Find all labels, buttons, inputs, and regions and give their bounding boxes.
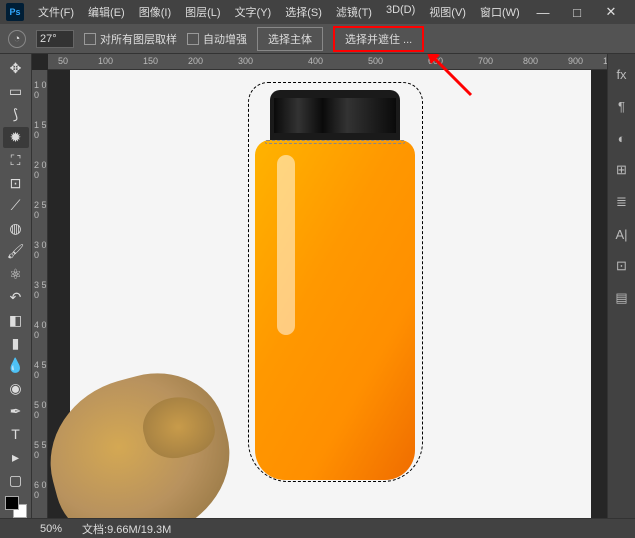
character-icon[interactable]: A| bbox=[612, 224, 632, 244]
move-tool[interactable]: ✥ bbox=[3, 58, 29, 80]
ruler-mark: 3 0 0 bbox=[34, 240, 47, 260]
menu-edit[interactable]: 编辑(E) bbox=[82, 1, 131, 23]
frame-tool[interactable]: ⊡ bbox=[3, 172, 29, 194]
checkbox-icon[interactable] bbox=[187, 33, 199, 45]
quick-selection-tool[interactable]: ✹ bbox=[3, 127, 29, 149]
menu-type[interactable]: 文字(Y) bbox=[229, 1, 278, 23]
swatches-icon[interactable]: ⊞ bbox=[612, 160, 632, 180]
path-selection-tool[interactable]: ▸ bbox=[3, 446, 29, 468]
gradient-tool[interactable]: ▮ bbox=[3, 332, 29, 354]
image-bottle-cap bbox=[270, 90, 400, 145]
right-panel: fx ¶ ◐ ⊞ ≣ A| ⊡ ▤ bbox=[607, 54, 635, 518]
close-button[interactable]: ✕ bbox=[599, 4, 623, 20]
minimize-button[interactable]: — bbox=[531, 4, 555, 20]
zoom-level[interactable]: 50% bbox=[40, 523, 62, 535]
ruler-mark: 600 bbox=[428, 56, 443, 66]
ruler-mark: 500 bbox=[368, 56, 383, 66]
sample-all-layers-option[interactable]: 对所有图层取样 bbox=[84, 31, 177, 47]
auto-enhance-label: 自动增强 bbox=[203, 31, 247, 47]
ruler-mark: 2 5 0 bbox=[34, 200, 47, 220]
crop-tool[interactable]: ⛶ bbox=[3, 149, 29, 171]
rectangle-tool[interactable]: ▢ bbox=[3, 469, 29, 491]
canvas-area: 50 100 150 200 300 400 500 600 700 800 9… bbox=[32, 54, 607, 518]
toolbar: ✥ ▭ ⟆ ✹ ⛶ ⊡ ⟋ ◍ 🖌 ⚛ ↶ ◧ ▮ 💧 ◉ ✒ T ▸ ▢ bbox=[0, 54, 32, 518]
ruler-mark: 300 bbox=[238, 56, 253, 66]
auto-enhance-option[interactable]: 自动增强 bbox=[187, 31, 247, 47]
ruler-mark: 700 bbox=[478, 56, 493, 66]
marquee-tool[interactable]: ▭ bbox=[3, 81, 29, 103]
menu-bar: 文件(F) 编辑(E) 图像(I) 图层(L) 文字(Y) 选择(S) 滤镜(T… bbox=[32, 1, 526, 23]
fx-icon[interactable]: fx bbox=[612, 64, 632, 84]
eraser-tool[interactable]: ◧ bbox=[3, 309, 29, 331]
select-subject-button[interactable]: 选择主体 bbox=[257, 27, 323, 51]
blur-tool[interactable]: 💧 bbox=[3, 355, 29, 377]
menu-select[interactable]: 选择(S) bbox=[279, 1, 328, 23]
menu-view[interactable]: 视图(V) bbox=[423, 1, 472, 23]
sample-all-label: 对所有图层取样 bbox=[100, 31, 177, 47]
menu-image[interactable]: 图像(I) bbox=[133, 1, 177, 23]
maximize-button[interactable]: □ bbox=[565, 4, 589, 20]
menu-layer[interactable]: 图层(L) bbox=[179, 1, 226, 23]
lasso-tool[interactable]: ⟆ bbox=[3, 104, 29, 126]
options-bar: ◔ 对所有图层取样 自动增强 选择主体 选择并遮住 ... bbox=[0, 24, 635, 54]
history-brush-tool[interactable]: ↶ bbox=[3, 286, 29, 308]
image-bottle bbox=[255, 140, 415, 480]
ruler-mark: 5 5 0 bbox=[34, 440, 47, 460]
paragraph-icon[interactable]: ¶ bbox=[612, 96, 632, 116]
adjustments-icon[interactable]: ◐ bbox=[612, 128, 632, 148]
ruler-vertical[interactable]: 1 0 0 1 5 0 2 0 0 2 5 0 3 0 0 3 5 0 4 0 … bbox=[32, 70, 48, 518]
ruler-mark: 1 5 0 bbox=[34, 120, 47, 140]
ruler-mark: 100 bbox=[98, 56, 113, 66]
image-ginger bbox=[32, 357, 247, 518]
ruler-mark: 150 bbox=[143, 56, 158, 66]
ruler-mark: 400 bbox=[308, 56, 323, 66]
select-and-mask-button[interactable]: 选择并遮住 ... bbox=[333, 26, 424, 52]
ruler-mark: 4 0 0 bbox=[34, 320, 47, 340]
ruler-mark: 2 0 0 bbox=[34, 160, 47, 180]
ruler-mark: 6 0 0 bbox=[34, 480, 47, 500]
document-size: 文档:9.66M/19.3M bbox=[82, 521, 171, 537]
ruler-mark: 800 bbox=[523, 56, 538, 66]
menu-filter[interactable]: 滤镜(T) bbox=[330, 1, 378, 23]
ruler-mark: 5 0 0 bbox=[34, 400, 47, 420]
ruler-mark: 900 bbox=[568, 56, 583, 66]
angle-input[interactable] bbox=[36, 30, 74, 48]
menu-window[interactable]: 窗口(W) bbox=[474, 1, 526, 23]
app-logo: Ps bbox=[6, 3, 24, 21]
pen-tool[interactable]: ✒ bbox=[3, 401, 29, 423]
healing-brush-tool[interactable]: ◍ bbox=[3, 218, 29, 240]
type-tool[interactable]: T bbox=[3, 424, 29, 446]
status-bar: 50% 文档:9.66M/19.3M bbox=[0, 518, 635, 538]
canvas[interactable] bbox=[70, 70, 591, 518]
ruler-horizontal[interactable]: 50 100 150 200 300 400 500 600 700 800 9… bbox=[48, 54, 607, 70]
dodge-tool[interactable]: ◉ bbox=[3, 378, 29, 400]
ruler-mark: 200 bbox=[188, 56, 203, 66]
layers-icon[interactable]: ⊡ bbox=[612, 256, 632, 276]
tool-preset-icon[interactable]: ◔ bbox=[8, 30, 26, 48]
checkbox-icon[interactable] bbox=[84, 33, 96, 45]
menu-file[interactable]: 文件(F) bbox=[32, 1, 80, 23]
ruler-mark: 100 bbox=[603, 56, 607, 66]
eyedropper-tool[interactable]: ⟋ bbox=[3, 195, 29, 217]
properties-icon[interactable]: ≣ bbox=[612, 192, 632, 212]
ruler-mark: 4 5 0 bbox=[34, 360, 47, 380]
ruler-mark: 3 5 0 bbox=[34, 280, 47, 300]
ruler-mark: 1 0 0 bbox=[34, 80, 47, 100]
menu-3d[interactable]: 3D(D) bbox=[380, 1, 421, 23]
color-swatch[interactable] bbox=[5, 496, 27, 518]
ruler-mark: 50 bbox=[58, 56, 68, 66]
channels-icon[interactable]: ▤ bbox=[612, 288, 632, 308]
clone-stamp-tool[interactable]: ⚛ bbox=[3, 264, 29, 286]
brush-tool[interactable]: 🖌 bbox=[3, 241, 29, 263]
